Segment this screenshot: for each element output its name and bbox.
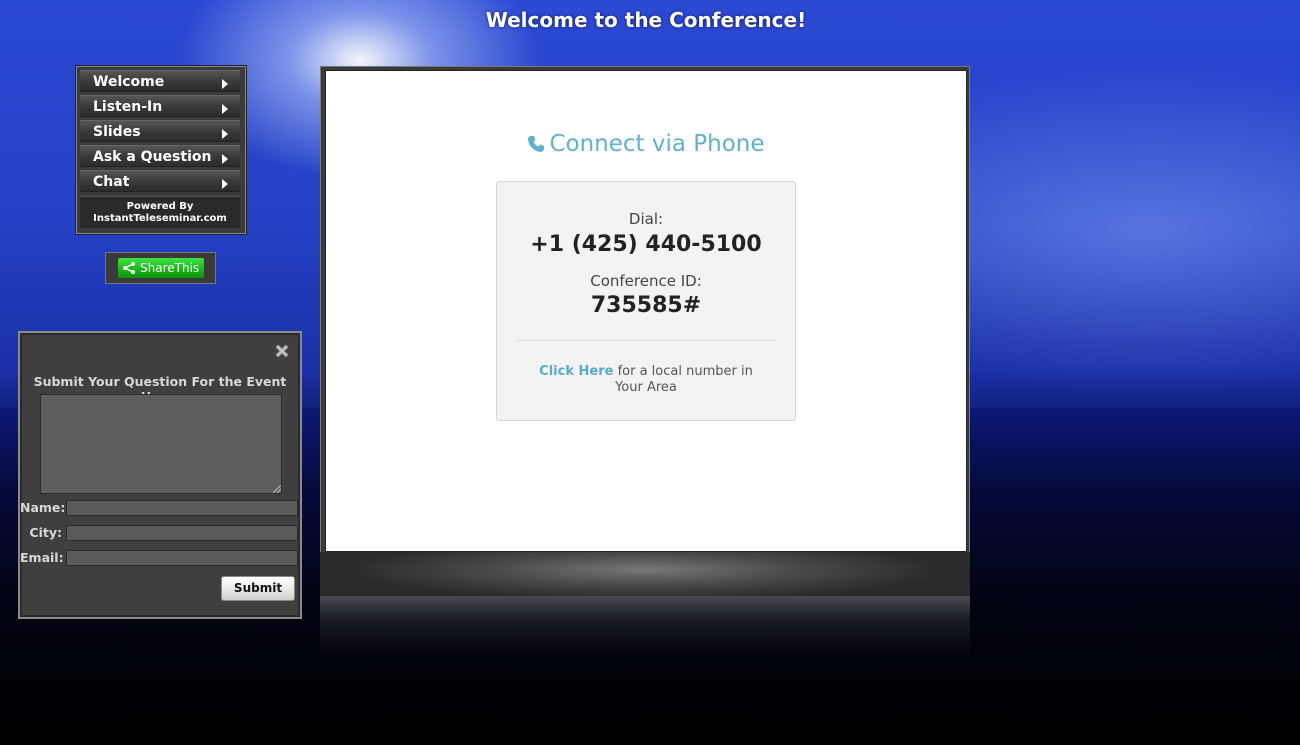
menu-item-label: Ask a Question bbox=[93, 149, 212, 165]
page-title: Welcome to the Conference! bbox=[485, 8, 807, 32]
conference-id: 735585# bbox=[590, 293, 702, 318]
content-panel: Connect via Phone Dial: +1 (425) 440-510… bbox=[325, 70, 967, 552]
menu-item-welcome[interactable]: Welcome bbox=[80, 70, 240, 92]
question-panel: Submit Your Question For the Event Here:… bbox=[18, 331, 302, 619]
close-icon bbox=[275, 344, 289, 358]
menu-item-listen-in[interactable]: Listen-In bbox=[80, 95, 240, 117]
local-number-description: for a local number in Your Area bbox=[615, 364, 753, 395]
divider bbox=[516, 340, 776, 341]
dial-number: +1 (425) 440-5100 bbox=[530, 232, 762, 257]
powered-by-line1: Powered By bbox=[126, 201, 194, 212]
chevron-right-icon bbox=[222, 104, 228, 114]
chevron-right-icon bbox=[222, 129, 228, 139]
menu-item-label: Listen-In bbox=[93, 99, 163, 115]
connect-title: Connect via Phone bbox=[549, 131, 765, 157]
name-field[interactable] bbox=[66, 500, 298, 516]
click-here-link[interactable]: Click Here bbox=[539, 364, 613, 379]
connect-heading: Connect via Phone bbox=[326, 131, 966, 157]
menu-item-chat[interactable]: Chat bbox=[80, 170, 240, 192]
frame-base bbox=[320, 552, 970, 596]
phone-icon bbox=[528, 136, 545, 152]
submit-button[interactable]: Submit bbox=[221, 576, 295, 601]
share-icon bbox=[123, 262, 135, 274]
chevron-right-icon bbox=[222, 179, 228, 189]
menu-item-label: Welcome bbox=[93, 74, 165, 90]
city-label: City: bbox=[29, 525, 62, 540]
menu-item-ask-a-question[interactable]: Ask a Question bbox=[80, 145, 240, 167]
menu-item-label: Chat bbox=[93, 174, 130, 190]
email-field[interactable] bbox=[66, 550, 298, 566]
dial-info-card: Dial: +1 (425) 440-5100 Conference ID: 7… bbox=[496, 181, 796, 421]
share-container: ShareThis bbox=[105, 252, 216, 284]
menu-item-label: Slides bbox=[93, 124, 141, 140]
name-label: Name: bbox=[20, 500, 66, 515]
share-label: ShareThis bbox=[140, 261, 200, 275]
city-field[interactable] bbox=[66, 525, 298, 541]
question-textarea[interactable] bbox=[40, 394, 282, 494]
chevron-right-icon bbox=[222, 154, 228, 164]
share-button[interactable]: ShareThis bbox=[118, 258, 204, 278]
powered-by-link[interactable]: Powered By InstantTeleseminar.com bbox=[80, 196, 240, 228]
close-button[interactable] bbox=[274, 343, 290, 359]
email-label: Email: bbox=[20, 550, 64, 565]
conference-id-label: Conference ID: bbox=[590, 272, 702, 290]
menu-item-slides[interactable]: Slides bbox=[80, 120, 240, 142]
frame-reflection bbox=[320, 596, 970, 658]
dial-label: Dial: bbox=[628, 210, 664, 228]
powered-by-line2: InstantTeleseminar.com bbox=[93, 213, 227, 224]
side-menu: Welcome Listen-In Slides Ask a Question … bbox=[76, 66, 246, 234]
chevron-right-icon bbox=[222, 79, 228, 89]
local-number-text: Click Here for a local number in Your Ar… bbox=[527, 364, 765, 396]
